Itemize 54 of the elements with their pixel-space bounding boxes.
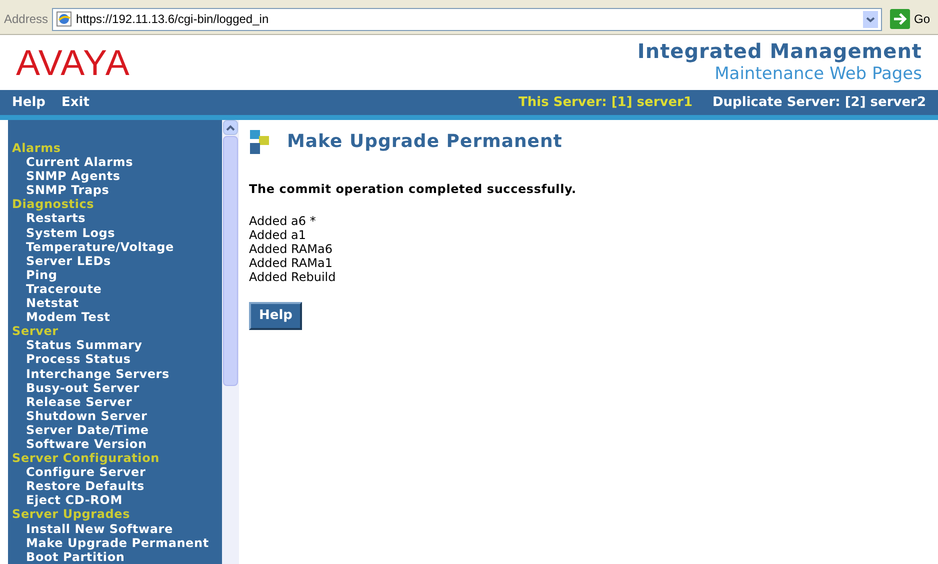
header-subtitle: Maintenance Web Pages xyxy=(714,64,922,86)
address-label: Address xyxy=(4,11,48,28)
logo: AVAYA xyxy=(16,40,130,84)
sidebar-link[interactable]: Modem Test xyxy=(12,310,222,324)
sidebar-heading: Server Configuration xyxy=(12,451,160,466)
dropdown-icon[interactable] xyxy=(862,10,878,28)
sidebar-link[interactable]: Temperature/Voltage xyxy=(12,240,222,254)
globe-page-icon xyxy=(56,11,72,27)
nav-link[interactable]: Exit xyxy=(61,92,90,112)
sidebar-link[interactable]: Software Version xyxy=(12,436,222,452)
sidebar-link[interactable]: Process Status xyxy=(12,352,222,366)
sidebar-link[interactable]: Status Summary xyxy=(12,338,222,352)
sidebar-link[interactable]: Boot Partition xyxy=(12,550,222,564)
sidebar-heading: Alarms xyxy=(12,141,62,156)
nav-link[interactable]: Help xyxy=(12,92,46,112)
sidebar-heading: Server Upgrades xyxy=(12,507,132,522)
sidebar-link[interactable]: Busy-out Server xyxy=(12,380,222,395)
result-line: Added a1 xyxy=(249,228,308,242)
sidebar-link[interactable]: Traceroute xyxy=(12,282,222,296)
sidebar-link[interactable]: Eject CD-ROM xyxy=(12,493,222,508)
duplicate-server-label: Duplicate Server: [2] server2 xyxy=(712,94,926,112)
sidebar-link[interactable]: Server Date/Time xyxy=(12,422,222,437)
sidebar-link[interactable]: Netstat xyxy=(12,296,222,310)
sidebar-link[interactable]: SNMP Traps xyxy=(12,183,222,198)
result-line: Added Rebuild xyxy=(249,270,337,284)
sidebar-link[interactable]: Ping xyxy=(12,268,222,282)
address-field[interactable]: https://192.11.13.6/cgi-bin/logged_in xyxy=(52,8,882,30)
result-line: Added RAMa6 xyxy=(249,242,334,256)
sidebar-link[interactable]: Interchange Servers xyxy=(12,366,222,381)
sidebar-link[interactable]: System Logs xyxy=(12,226,222,240)
sidebar-link[interactable]: Server LEDs xyxy=(12,254,222,268)
page-logo-icon xyxy=(249,130,271,154)
sidebar-heading: Server xyxy=(12,324,60,338)
status-message: The commit operation completed successfully. xyxy=(249,181,578,198)
sidebar-link[interactable]: Current Alarms xyxy=(12,155,222,170)
url-text: https://192.11.13.6/cgi-bin/logged_in xyxy=(76,11,270,28)
sidebar-link[interactable]: Restarts xyxy=(12,211,222,226)
header-title: Integrated Management xyxy=(637,39,922,64)
result-line: Added RAMa1 xyxy=(249,256,334,270)
sidebar-link[interactable]: Restore Defaults xyxy=(12,479,222,494)
go-button[interactable]: Go xyxy=(886,8,934,30)
result-line: Added a6 * xyxy=(249,214,317,228)
help-button[interactable]: Help xyxy=(249,302,302,330)
scroll-up-icon[interactable] xyxy=(226,124,235,130)
page-title: Make Upgrade Permanent xyxy=(287,130,562,154)
sidebar-link[interactable]: Release Server xyxy=(12,394,222,409)
this-server-label: This Server: [1] server1 xyxy=(518,94,693,112)
sidebar-link[interactable]: Make Upgrade Permanent xyxy=(12,536,222,550)
scrollbar[interactable] xyxy=(222,120,239,564)
sidebar-link[interactable]: Install New Software xyxy=(12,522,222,536)
sidebar-link[interactable]: Shutdown Server xyxy=(12,408,222,423)
sidebar-heading: Diagnostics xyxy=(12,197,96,212)
sidebar-link[interactable]: Configure Server xyxy=(12,465,222,480)
sidebar-link[interactable]: SNMP Agents xyxy=(12,169,222,184)
